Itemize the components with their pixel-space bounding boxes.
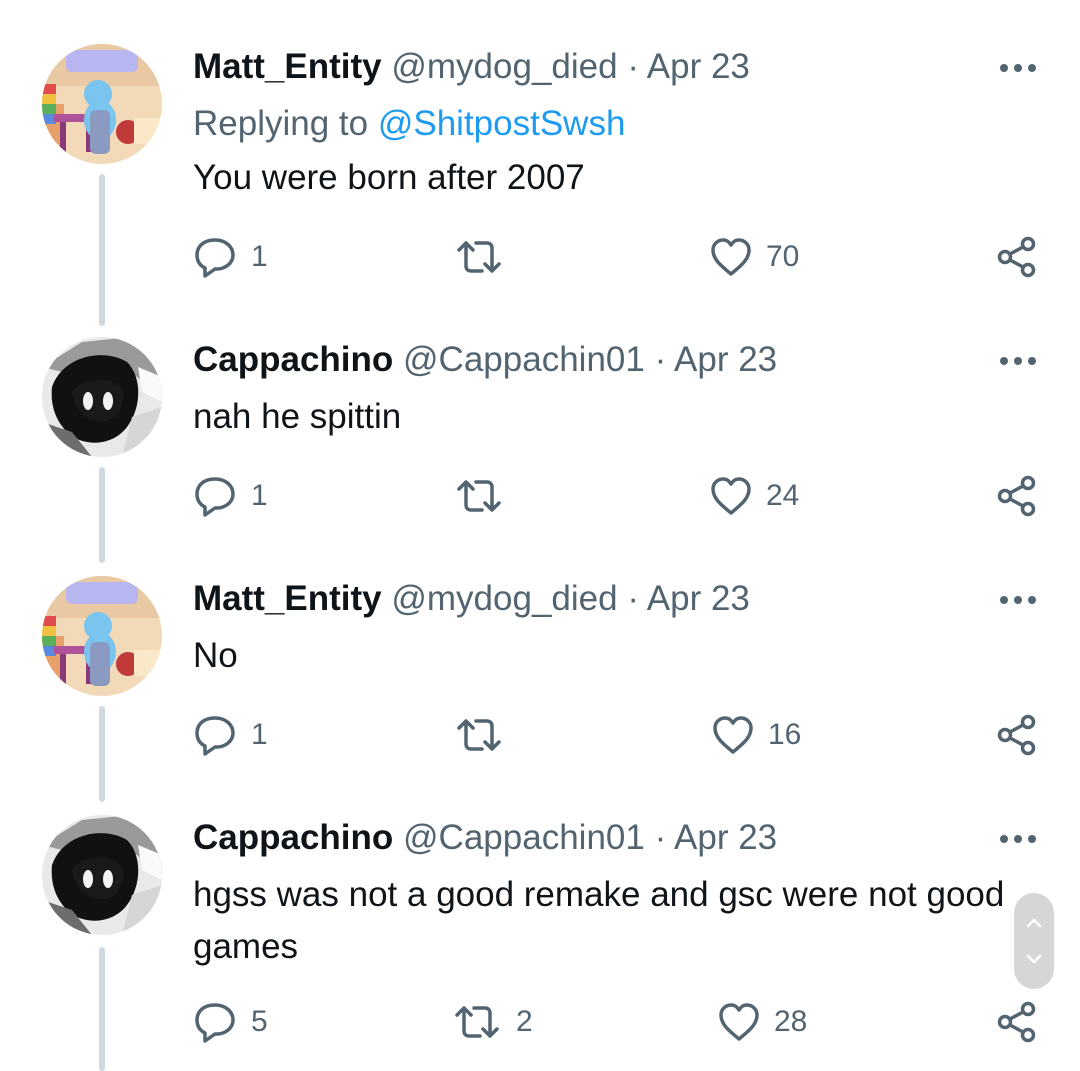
user-handle[interactable]: @mydog_died bbox=[391, 579, 617, 618]
heart-icon bbox=[711, 238, 751, 276]
like-button[interactable]: 70 bbox=[710, 234, 799, 280]
share-icon bbox=[997, 1001, 1036, 1043]
page-scroll-control[interactable] bbox=[1014, 893, 1054, 989]
display-name[interactable]: Matt_Entity bbox=[193, 47, 382, 86]
display-name[interactable]: Matt_Entity bbox=[193, 579, 382, 618]
share-icon bbox=[997, 714, 1036, 756]
share-icon bbox=[997, 475, 1036, 517]
user-handle[interactable]: @Cappachin01 bbox=[403, 818, 645, 857]
user-handle[interactable]: @Cappachin01 bbox=[403, 340, 645, 379]
more-dots-icon[interactable] bbox=[996, 58, 1040, 78]
like-button[interactable]: 28 bbox=[718, 999, 807, 1045]
reply-button[interactable]: 1 bbox=[193, 473, 268, 519]
reply-icon bbox=[195, 477, 235, 517]
tweet-date[interactable]: Apr 23 bbox=[647, 47, 750, 86]
like-count: 24 bbox=[766, 479, 800, 512]
tweet-text: hgss was not a good remake and gsc were … bbox=[193, 869, 1038, 973]
retweet-button[interactable] bbox=[454, 473, 518, 519]
retweet-icon bbox=[457, 480, 501, 512]
like-count: 16 bbox=[768, 718, 802, 751]
retweet-button[interactable]: 2 bbox=[452, 999, 533, 1045]
tweet-actions: 1 24 bbox=[0, 473, 1080, 519]
avatar-matt-entity[interactable] bbox=[42, 576, 162, 696]
more-dots-icon[interactable] bbox=[996, 351, 1040, 371]
reply-count: 1 bbox=[251, 240, 268, 273]
share-button[interactable] bbox=[996, 234, 1038, 280]
tweet-header: Matt_Entity @mydog_died · Apr 23 bbox=[193, 45, 750, 89]
tweet-text-line: games bbox=[193, 927, 299, 966]
heart-icon bbox=[719, 1003, 759, 1041]
display-name[interactable]: Cappachino bbox=[193, 340, 393, 379]
more-dots-icon[interactable] bbox=[996, 590, 1040, 610]
reply-button[interactable]: 1 bbox=[193, 234, 268, 280]
retweet-icon bbox=[457, 719, 501, 751]
tweet-date[interactable]: Apr 23 bbox=[674, 340, 777, 379]
tweet-text-line: No bbox=[193, 636, 238, 675]
heart-icon bbox=[711, 477, 751, 515]
tweet-header: Cappachino @Cappachin01 · Apr 23 bbox=[193, 816, 777, 860]
reply-button[interactable]: 1 bbox=[193, 712, 268, 758]
avatar-cappachino[interactable] bbox=[42, 815, 162, 935]
tweet-text-line: hgss was not a good remake and gsc were … bbox=[193, 875, 1005, 914]
retweet-icon bbox=[455, 1006, 499, 1038]
heart-icon bbox=[713, 716, 753, 754]
reply-count: 5 bbox=[251, 1005, 268, 1038]
separator-dot: · bbox=[627, 579, 639, 618]
reply-icon bbox=[195, 1003, 235, 1043]
tweet-text: No bbox=[193, 630, 1038, 682]
display-name[interactable]: Cappachino bbox=[193, 818, 393, 857]
replying-label: Replying to bbox=[193, 104, 369, 143]
separator-dot: · bbox=[654, 818, 667, 857]
tweet-date[interactable]: Apr 23 bbox=[647, 579, 750, 618]
like-button[interactable]: 16 bbox=[712, 712, 801, 758]
like-count: 28 bbox=[774, 1005, 808, 1038]
reply-count: 1 bbox=[251, 479, 268, 512]
tweet-text: You were born after 2007 bbox=[193, 152, 1038, 204]
tweet-actions: 1 70 bbox=[0, 234, 1080, 280]
more-dots-icon[interactable] bbox=[996, 829, 1040, 849]
separator-dot: · bbox=[654, 340, 667, 379]
retweet-icon bbox=[457, 241, 501, 273]
tweet-text-line: nah he spittin bbox=[193, 397, 402, 436]
tweet-header: Matt_Entity @mydog_died · Apr 23 bbox=[193, 577, 750, 621]
avatar-matt-entity[interactable] bbox=[42, 44, 162, 164]
tweet-date[interactable]: Apr 23 bbox=[674, 818, 777, 857]
chevron-up-icon[interactable] bbox=[1024, 913, 1044, 933]
retweet-button[interactable] bbox=[454, 712, 518, 758]
tweet-text-line: You were born after 2007 bbox=[193, 158, 585, 197]
share-button[interactable] bbox=[996, 999, 1038, 1045]
tweet-actions: 5 2 28 bbox=[0, 999, 1080, 1045]
avatar-cappachino[interactable] bbox=[42, 337, 162, 457]
reply-thread: Matt_Entity @mydog_died · Apr 23 Replyin… bbox=[0, 0, 1080, 1071]
share-button[interactable] bbox=[996, 712, 1038, 758]
user-handle[interactable]: @mydog_died bbox=[391, 47, 617, 86]
mention-link[interactable]: @ShitpostSwsh bbox=[378, 104, 626, 143]
reply-icon bbox=[195, 716, 235, 756]
reply-count: 1 bbox=[251, 718, 268, 751]
share-icon bbox=[997, 236, 1036, 278]
tweet-actions: 1 16 bbox=[0, 712, 1080, 758]
retweet-count: 2 bbox=[516, 1005, 533, 1038]
tweet-text: nah he spittin bbox=[193, 391, 1038, 443]
like-button[interactable]: 24 bbox=[710, 473, 799, 519]
separator-dot: · bbox=[627, 47, 639, 86]
reply-button[interactable]: 5 bbox=[193, 999, 268, 1045]
tweet-header: Cappachino @Cappachin01 · Apr 23 bbox=[193, 338, 777, 382]
chevron-down-icon[interactable] bbox=[1024, 949, 1044, 969]
retweet-button[interactable] bbox=[454, 234, 518, 280]
replying-to: Replying to @ShitpostSwsh bbox=[193, 102, 625, 146]
like-count: 70 bbox=[766, 240, 800, 273]
reply-icon bbox=[195, 238, 235, 278]
share-button[interactable] bbox=[996, 473, 1038, 519]
